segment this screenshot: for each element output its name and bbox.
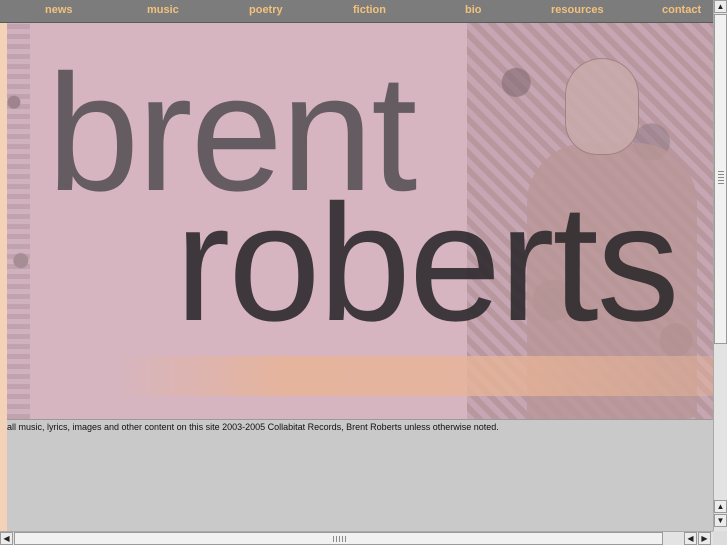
- nav-bio-link[interactable]: bio: [465, 4, 482, 16]
- hero-accent-band: [107, 356, 713, 396]
- scroll-right-button[interactable]: ▶: [698, 532, 711, 545]
- horizontal-scroll-thumb[interactable]: [14, 532, 663, 545]
- top-nav: news music poetry fiction bio resources …: [0, 0, 713, 23]
- scroll-left-button-right[interactable]: ◀: [684, 532, 697, 545]
- left-frame-edge: [0, 0, 7, 531]
- nav-fiction-link[interactable]: fiction: [353, 4, 386, 16]
- arrow-left-icon: ◀: [3, 534, 10, 543]
- nav-news-link[interactable]: news: [45, 4, 73, 16]
- scroll-grip-icon: [718, 170, 724, 184]
- nav-resources-link[interactable]: resources: [551, 4, 604, 16]
- vertical-scrollbar[interactable]: ▲ ▲ ▼: [713, 0, 727, 531]
- arrow-up-icon: ▲: [716, 2, 725, 11]
- scroll-grip-icon: [333, 536, 347, 542]
- scrollbar-corner: [713, 531, 727, 545]
- content-area: all music, lyrics, images and other cont…: [7, 419, 713, 532]
- arrow-right-icon: ▶: [701, 534, 708, 543]
- scroll-up-button-lower[interactable]: ▲: [714, 500, 727, 513]
- scroll-down-button[interactable]: ▼: [714, 514, 727, 527]
- arrow-left-icon: ◀: [687, 534, 694, 543]
- arrow-up-icon: ▲: [716, 502, 725, 511]
- arrow-down-icon: ▼: [716, 516, 725, 525]
- hero-texture-strip: [7, 23, 30, 419]
- artist-photo-face: [565, 58, 639, 155]
- horizontal-scrollbar[interactable]: ◀ ◀ ▶: [0, 531, 713, 545]
- nav-music-link[interactable]: music: [147, 4, 179, 16]
- scroll-up-button[interactable]: ▲: [714, 0, 727, 13]
- hero-banner: brent roberts: [7, 23, 713, 419]
- artist-last-name: roberts: [175, 171, 680, 356]
- vertical-scroll-thumb[interactable]: [714, 14, 727, 344]
- scroll-left-button[interactable]: ◀: [0, 532, 13, 545]
- nav-contact-link[interactable]: contact: [662, 4, 701, 16]
- nav-poetry-link[interactable]: poetry: [249, 4, 283, 16]
- copyright-notice: all music, lyrics, images and other cont…: [7, 422, 499, 432]
